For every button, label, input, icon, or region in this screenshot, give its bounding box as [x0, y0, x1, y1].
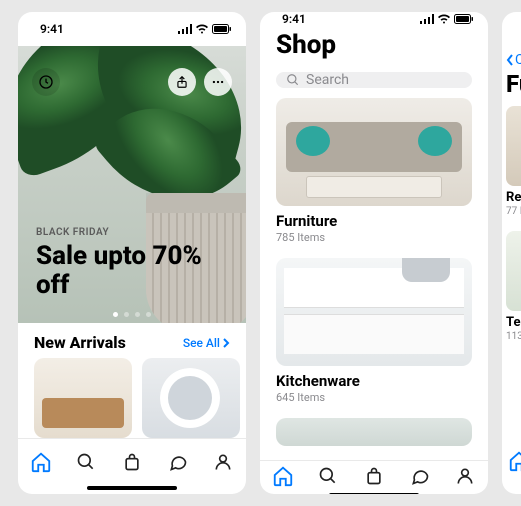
see-all-link[interactable]: See All [183, 336, 230, 350]
chevron-left-icon [506, 54, 514, 66]
product-tile[interactable] [506, 231, 521, 311]
category-title: Furniture [276, 212, 472, 230]
status-icons [420, 14, 474, 24]
page-indicator [18, 312, 246, 317]
section-title: New Arrivals [34, 333, 126, 352]
category-image [276, 418, 472, 446]
page-title: Shop [276, 30, 472, 60]
new-arrivals-scroller[interactable] [18, 358, 246, 438]
product-tile[interactable] [506, 106, 521, 186]
category-furniture[interactable]: Furniture 785 Items [276, 98, 472, 244]
tab-bar [502, 438, 521, 494]
category-image [276, 98, 472, 206]
home-indicator [329, 493, 419, 494]
tab-chat[interactable] [163, 447, 193, 477]
phone-shop: 9:41 Shop Search Furniture 785 Items Kit… [260, 12, 488, 494]
product-title: Rea [506, 190, 521, 205]
hero-tag: BLACK FRIDAY [36, 227, 206, 238]
back-label: Cat [515, 52, 521, 68]
search-icon [286, 73, 300, 87]
tab-bar [260, 460, 488, 494]
share-button[interactable] [168, 68, 196, 96]
product-card[interactable] [142, 358, 240, 438]
back-button[interactable]: Cat [502, 46, 521, 70]
see-all-label: See All [183, 336, 220, 350]
tab-home[interactable] [504, 446, 521, 476]
battery-icon [454, 14, 474, 24]
category-title: Kitchenware [276, 372, 472, 390]
chevron-right-icon [222, 338, 230, 348]
hero-headline: Sale upto 70% off [36, 242, 206, 299]
tab-search[interactable] [313, 461, 343, 491]
tab-home[interactable] [26, 447, 56, 477]
tab-profile[interactable] [450, 461, 480, 491]
tab-profile[interactable] [208, 447, 238, 477]
category-more[interactable] [276, 418, 472, 446]
status-icons [178, 24, 232, 34]
shop-header: Shop [260, 26, 488, 64]
wifi-icon [437, 14, 451, 24]
status-bar: 9:41 [18, 12, 246, 46]
cellular-icon [178, 24, 192, 34]
hero-banner[interactable]: BLACK FRIDAY Sale upto 70% off [18, 46, 246, 323]
history-button[interactable] [32, 68, 60, 96]
new-arrivals-header: New Arrivals See All [18, 323, 246, 358]
home-indicator [87, 486, 177, 490]
battery-icon [212, 24, 232, 34]
tab-chat[interactable] [405, 461, 435, 491]
more-button[interactable] [204, 68, 232, 96]
tab-home[interactable] [268, 461, 298, 491]
status-time: 9:41 [282, 12, 306, 26]
category-kitchenware[interactable]: Kitchenware 645 Items [276, 258, 472, 404]
tab-bar [18, 438, 246, 494]
tab-bag[interactable] [117, 447, 147, 477]
phone-category-detail: Cat Fu Rea 77 It Tea 113 I [502, 12, 521, 494]
search-placeholder: Search [306, 72, 349, 88]
page-title: Fu [502, 70, 521, 98]
status-time: 9:41 [40, 22, 64, 36]
cellular-icon [420, 14, 434, 24]
status-bar: 9:41 [260, 12, 488, 26]
wifi-icon [195, 24, 209, 34]
category-subtitle: 785 Items [276, 231, 472, 244]
tab-search[interactable] [71, 447, 101, 477]
hero-text: BLACK FRIDAY Sale upto 70% off [36, 227, 206, 299]
search-input[interactable]: Search [276, 72, 472, 88]
product-subtitle: 113 I [506, 331, 521, 342]
tab-bag[interactable] [359, 461, 389, 491]
product-subtitle: 77 It [506, 206, 521, 217]
product-card[interactable] [34, 358, 132, 438]
category-image [276, 258, 472, 366]
phone-home: 9:41 BLACK FRIDAY Sa [18, 12, 246, 494]
category-subtitle: 645 Items [276, 391, 472, 404]
product-title: Tea [506, 315, 521, 330]
